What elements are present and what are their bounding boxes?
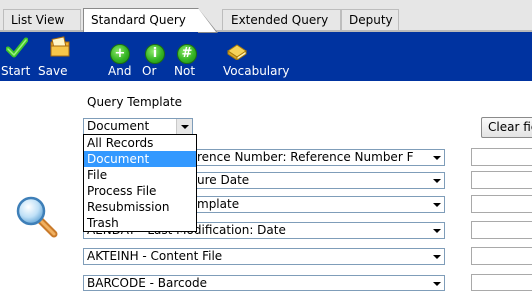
tab-list-view[interactable]: List View (3, 9, 81, 30)
chevron-down-icon[interactable] (429, 150, 444, 165)
tab-standard-query[interactable]: Standard Query (83, 8, 218, 33)
chevron-down-icon[interactable] (429, 223, 444, 238)
vocabulary-button[interactable]: Vocabulary (220, 32, 300, 81)
option-resubmission[interactable]: Resubmission (84, 199, 196, 215)
query-template-value: Document (87, 119, 150, 133)
field-value: ure Date (197, 173, 250, 187)
save-label: Save (38, 64, 68, 78)
field-value: AKTEINH - Content File (87, 249, 223, 263)
chevron-down-icon[interactable] (176, 119, 192, 134)
clear-fields-button[interactable]: Clear fie (481, 117, 532, 138)
magnifier-icon (16, 196, 58, 238)
plus-icon: + (110, 44, 130, 64)
option-file[interactable]: File (84, 167, 196, 183)
field-value: rence Number: Reference Number F (197, 150, 414, 164)
query-template-select[interactable]: Document (83, 118, 193, 135)
toolbar: Start Save + And i Or # Not Vocabulary (0, 32, 532, 81)
chevron-down-icon[interactable] (429, 276, 444, 290)
field-value-input[interactable] (471, 195, 532, 213)
field-value-input[interactable] (471, 171, 532, 189)
start-label: Start (1, 64, 31, 78)
tab-bar: List View Standard Query Extended Query … (0, 0, 532, 33)
book-icon (227, 44, 247, 60)
vocabulary-label: Vocabulary (223, 64, 290, 78)
or-button[interactable]: i Or (140, 32, 165, 81)
query-template-label: Query Template (87, 95, 183, 109)
query-template-options: All Records Document File Process File R… (83, 134, 197, 232)
tab-label: Deputy (349, 13, 393, 27)
tab-extended-query[interactable]: Extended Query (222, 9, 341, 30)
field-value-input[interactable] (471, 247, 532, 265)
start-button[interactable]: Start (0, 32, 36, 81)
not-button[interactable]: # Not (172, 32, 200, 81)
hash-icon: # (177, 44, 197, 64)
option-trash[interactable]: Trash (84, 215, 196, 231)
field-value-input[interactable] (471, 221, 532, 239)
option-all-records[interactable]: All Records (84, 135, 196, 151)
not-label: Not (174, 64, 196, 78)
save-folder-icon (50, 36, 70, 57)
chevron-down-icon[interactable] (429, 173, 444, 188)
chevron-down-icon[interactable] (429, 197, 444, 212)
chevron-down-icon[interactable] (429, 249, 444, 264)
or-label: Or (142, 64, 157, 78)
checkmark-icon (6, 37, 28, 58)
tab-deputy[interactable]: Deputy (341, 9, 399, 30)
tab-label: Extended Query (231, 13, 329, 27)
or-icon: i (145, 44, 165, 64)
tab-label: List View (11, 13, 65, 27)
tab-label: Standard Query (91, 13, 186, 27)
field-select[interactable]: AKTEINH - Content File (83, 248, 445, 265)
field-select[interactable]: BARCODE - Barcode (83, 275, 445, 291)
field-value-input[interactable] (471, 274, 532, 291)
field-value-input[interactable] (471, 148, 532, 166)
and-button[interactable]: + And (104, 32, 136, 81)
field-value: mplate (197, 197, 240, 211)
option-document[interactable]: Document (84, 151, 196, 167)
option-process-file[interactable]: Process File (84, 183, 196, 199)
save-button[interactable]: Save (36, 32, 74, 81)
and-label: And (108, 64, 132, 78)
field-value: BARCODE - Barcode (87, 276, 207, 290)
